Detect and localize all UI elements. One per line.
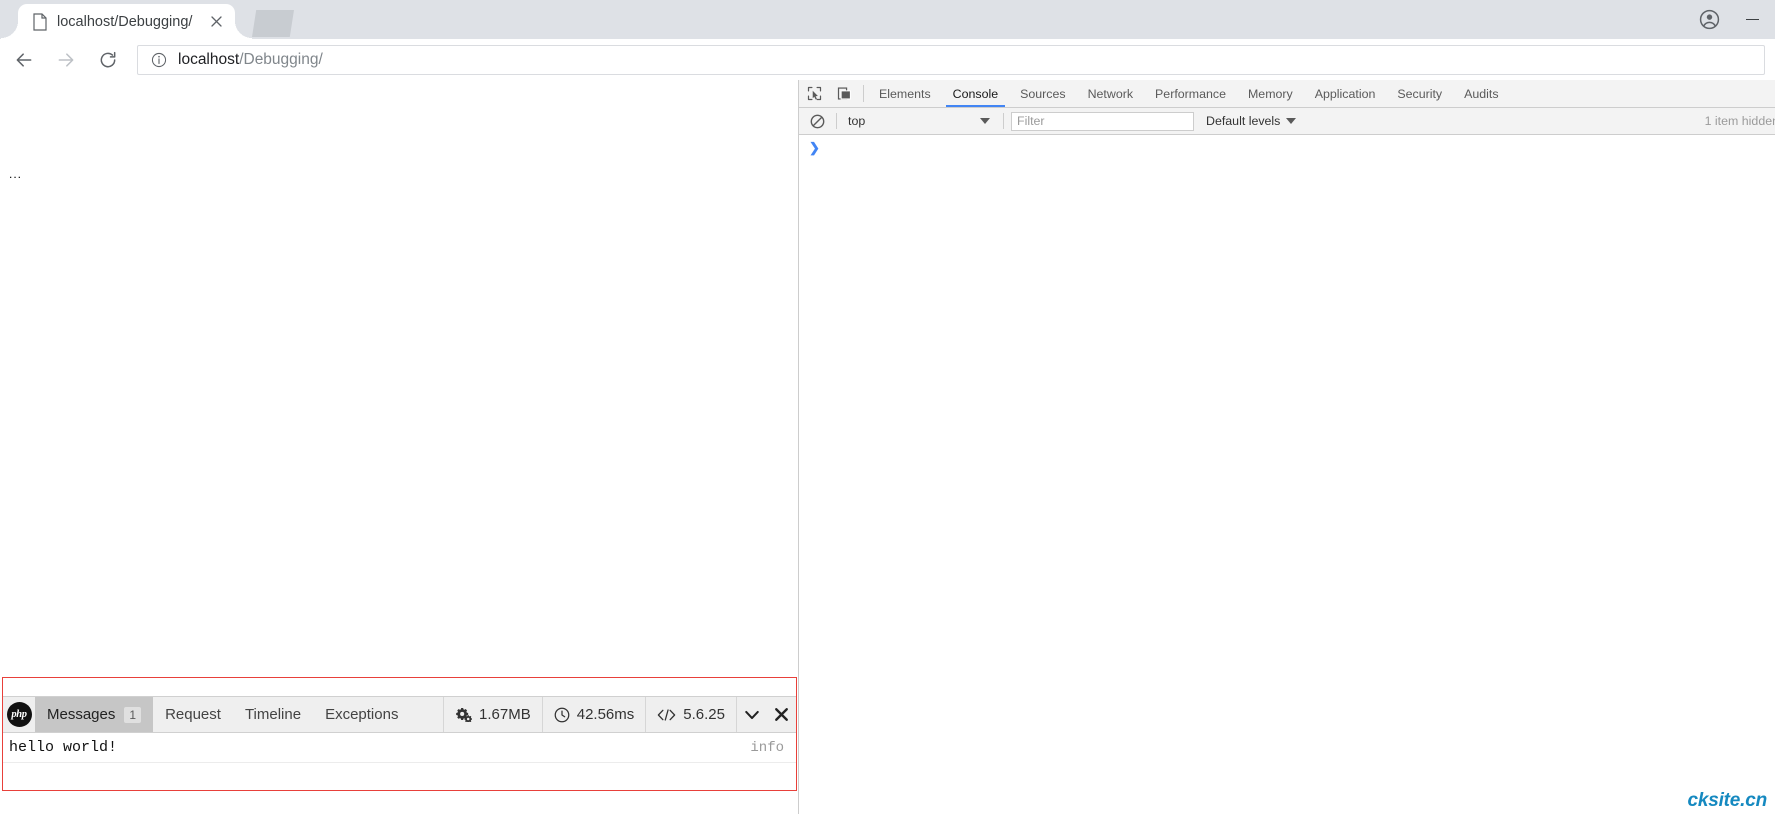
devtools-icon-separator [863,85,864,102]
page-dots-text: ... [9,167,23,181]
devtools-tab-memory[interactable]: Memory [1237,80,1304,107]
window-controls [1689,0,1775,39]
inspect-element-icon[interactable] [799,80,829,107]
new-tab-ghost[interactable] [252,10,294,37]
devtools-tab-elements-label: Elements [879,86,931,101]
debug-stat-time[interactable]: 42.56ms [541,697,646,732]
debug-stat-time-value: 42.56ms [576,706,635,723]
debug-tab-request[interactable]: Request [153,697,233,732]
arrow-back-icon[interactable] [6,42,42,78]
debug-tab-timeline[interactable]: Timeline [233,697,313,732]
gears-icon [455,707,473,722]
devtools-tabbar: Elements Console Sources Network Perform… [799,80,1775,108]
console-context-selector[interactable]: top [844,111,996,131]
debug-tab-messages[interactable]: Messages 1 [35,697,154,732]
info-circle-icon[interactable] [150,51,168,69]
devtools-tab-application-label: Application [1314,86,1376,101]
devtools-tab-network-label: Network [1087,86,1134,101]
console-context-value: top [848,114,866,128]
php-logo-icon: php [3,697,35,732]
browser-chrome: localhost/Debugging/ localhost/Debugging… [0,0,1775,80]
devtools-tab-network[interactable]: Network [1077,80,1144,107]
page-icon [32,12,48,31]
devtools-tab-application[interactable]: Application [1304,80,1387,107]
debug-tab-messages-badge: 1 [124,706,142,723]
console-output-area[interactable]: ❯ [799,135,1775,814]
php-debug-bar: php Messages 1 Request Timeline Exceptio… [2,677,797,791]
console-toolbar-separator-1 [836,113,837,129]
chevron-down-icon [1286,118,1297,124]
console-toolbar: top Default levels 1 item hidden [799,108,1775,135]
code-tag-icon [657,708,676,722]
account-circle-icon[interactable] [1689,0,1729,39]
debug-tab-request-label: Request [165,706,221,723]
console-toolbar-separator-2 [1003,113,1004,129]
address-origin: localhost [178,50,240,68]
debug-message-level: info [750,739,784,756]
address-path: /Debugging/ [239,50,323,68]
debug-tab-exceptions-label: Exceptions [325,706,399,723]
devtools-tab-audits-label: Audits [1464,86,1499,101]
debug-bar-toolbar: php Messages 1 Request Timeline Exceptio… [3,696,796,733]
debug-stat-phpversion-value: 5.6.25 [683,706,725,723]
address-bar-text: localhost/Debugging/ [178,51,323,69]
debug-message-text: hello world! [9,739,118,756]
watermark-text: cksite.cn [1687,790,1767,811]
chevron-down-icon [980,118,990,124]
arrow-forward-icon [48,42,84,78]
debug-message-row[interactable]: hello world! info [3,733,796,763]
devtools-tab-memory-label: Memory [1247,86,1293,101]
device-toolbar-icon[interactable] [829,80,859,107]
devtools-tab-audits[interactable]: Audits [1453,80,1509,107]
debug-bar-body: hello world! info [3,733,796,790]
address-bar[interactable]: localhost/Debugging/ [137,44,1765,75]
debug-tab-exceptions[interactable]: Exceptions [313,697,410,732]
devtools-panel: Elements Console Sources Network Perform… [799,80,1775,814]
browser-toolbar: localhost/Debugging/ [0,39,1775,80]
devtools-tab-console[interactable]: Console [942,80,1009,107]
devtools-tab-security[interactable]: Security [1386,80,1453,107]
minimize-icon[interactable] [1729,0,1775,39]
devtools-tab-security-label: Security [1397,86,1443,101]
devtools-tab-sources-label: Sources [1020,86,1066,101]
clock-icon [554,707,570,723]
clear-console-icon[interactable] [805,109,829,133]
devtools-tab-elements[interactable]: Elements [868,80,942,107]
console-levels-dropdown[interactable]: Default levels [1206,114,1297,128]
debug-stat-phpversion[interactable]: 5.6.25 [645,697,736,732]
devtools-tab-performance-label: Performance [1155,86,1226,101]
debug-stat-memory-value: 1.67MB [479,706,531,723]
devtools-tab-sources[interactable]: Sources [1009,80,1076,107]
browser-tab-title: localhost/Debugging/ [57,13,193,30]
console-filter-input[interactable] [1011,111,1194,131]
console-levels-label: Default levels [1206,114,1281,128]
debug-toolbar-spacer [410,697,443,732]
page-viewport: ... php Messages 1 Request Timeline Exce… [0,80,798,814]
debug-tab-messages-label: Messages [47,706,116,723]
close-icon[interactable] [205,11,227,33]
php-logo-text: php [6,702,32,727]
browser-tab-active[interactable]: localhost/Debugging/ [1,4,252,39]
devtools-tab-console-label: Console [952,86,999,101]
reload-icon[interactable] [90,42,126,78]
devtools-tab-performance[interactable]: Performance [1144,80,1237,107]
console-hidden-count: 1 item hidden [1704,114,1775,128]
tab-strip: localhost/Debugging/ [0,0,1775,39]
console-prompt-chevron-icon: ❯ [809,140,820,155]
debug-tab-timeline-label: Timeline [244,706,302,723]
chevron-down-icon[interactable] [736,697,766,732]
close-x-icon[interactable] [766,697,796,732]
debug-stat-memory[interactable]: 1.67MB [443,697,542,732]
console-prompt-row[interactable]: ❯ [799,135,1775,154]
